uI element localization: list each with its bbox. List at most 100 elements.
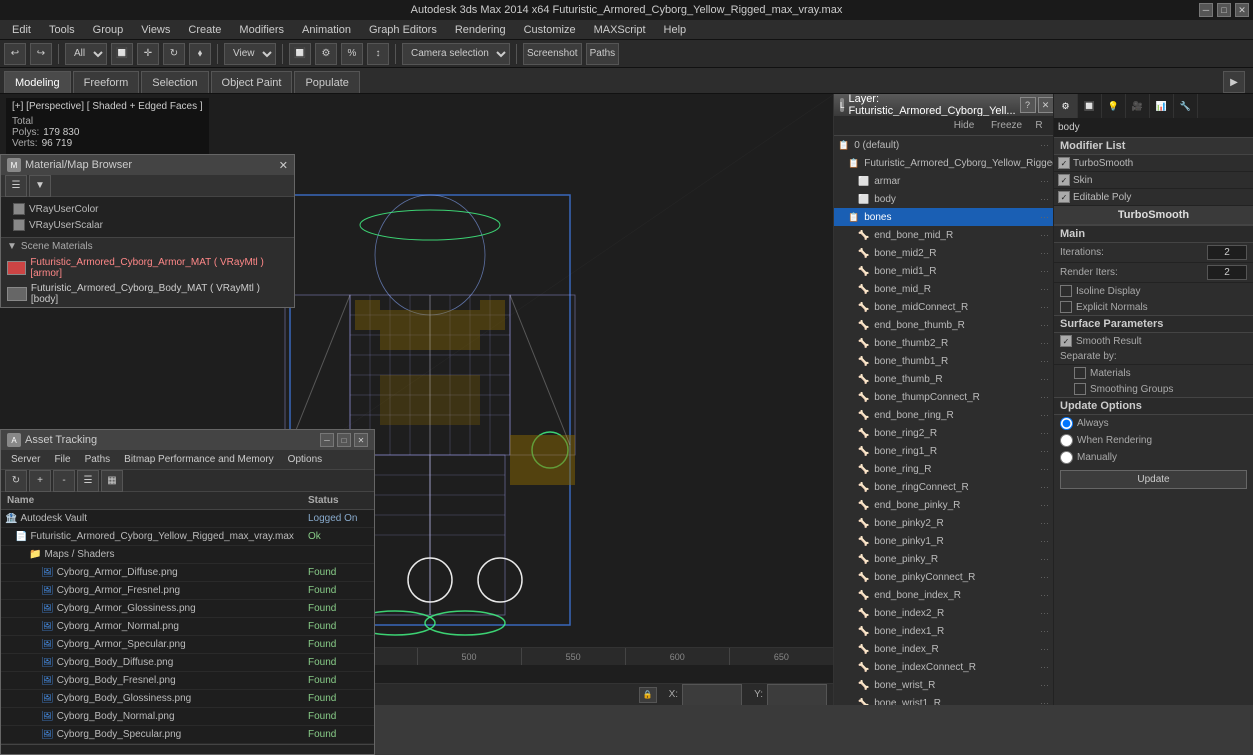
layer-item[interactable]: 🦴bone_ring2_R··· bbox=[834, 424, 1053, 442]
layers-question-btn[interactable]: ? bbox=[1020, 97, 1036, 113]
menu-item-graph-editors[interactable]: Graph Editors bbox=[361, 22, 445, 38]
modifier-checkbox[interactable]: ✓ bbox=[1058, 191, 1070, 203]
when-rendering-radio[interactable] bbox=[1060, 434, 1073, 447]
always-radio[interactable] bbox=[1060, 417, 1073, 430]
modifier-item[interactable]: ✓TurboSmooth bbox=[1054, 155, 1253, 172]
spinner-snap-btn[interactable]: ↕ bbox=[367, 43, 389, 65]
layer-item[interactable]: 🦴end_bone_ring_R··· bbox=[834, 406, 1053, 424]
asset-row[interactable]: 🏦Autodesk VaultLogged On bbox=[1, 510, 374, 528]
asset-row[interactable]: 🖼Cyborg_Armor_Diffuse.pngFound bbox=[1, 564, 374, 582]
layer-item[interactable]: 🦴bone_pinky2_R··· bbox=[834, 514, 1053, 532]
layer-item[interactable]: 🦴bone_wrist1_R··· bbox=[834, 694, 1053, 705]
y-input[interactable] bbox=[767, 684, 827, 706]
close-btn[interactable]: ✕ bbox=[1235, 3, 1249, 17]
asset-maximize-btn[interactable]: □ bbox=[337, 433, 351, 447]
menu-item-modifiers[interactable]: Modifiers bbox=[231, 22, 292, 38]
layer-item[interactable]: 🦴bone_mid2_R··· bbox=[834, 244, 1053, 262]
scene-mat-item[interactable]: Futuristic_Armored_Cyborg_Body_MAT ( VRa… bbox=[1, 281, 294, 307]
props-tab-6[interactable]: 🔧 bbox=[1174, 94, 1198, 118]
render-iters-input[interactable] bbox=[1207, 265, 1247, 280]
asset-row[interactable]: 🖼Cyborg_Body_Normal.pngFound bbox=[1, 708, 374, 726]
selection-type-dropdown[interactable]: Camera selection bbox=[402, 43, 510, 65]
props-tab-1[interactable]: ⚙ bbox=[1054, 94, 1078, 118]
layer-item[interactable]: 🦴bone_thumb1_R··· bbox=[834, 352, 1053, 370]
mat-browser-close[interactable]: ✕ bbox=[279, 159, 288, 172]
layer-item[interactable]: 🦴bone_thumb2_R··· bbox=[834, 334, 1053, 352]
asset-thumb-view-btn[interactable]: ▦ bbox=[101, 470, 123, 492]
pct-snap-btn[interactable]: % bbox=[341, 43, 363, 65]
rotate-btn[interactable]: ↻ bbox=[163, 43, 185, 65]
paths-btn[interactable]: Paths bbox=[586, 43, 620, 65]
tab-freeform[interactable]: Freeform bbox=[73, 71, 140, 93]
menu-item-customize[interactable]: Customize bbox=[516, 22, 584, 38]
menu-item-create[interactable]: Create bbox=[180, 22, 229, 38]
explicit-normals-checkbox[interactable] bbox=[1060, 301, 1072, 313]
props-search-input[interactable] bbox=[1058, 122, 1249, 133]
selection-filter-dropdown[interactable]: All bbox=[65, 43, 107, 65]
layer-item[interactable]: 📋bones··· bbox=[834, 208, 1053, 226]
asset-row[interactable]: 📁Maps / Shaders bbox=[1, 546, 374, 564]
modifier-checkbox[interactable]: ✓ bbox=[1058, 174, 1070, 186]
props-tab-4[interactable]: 🎥 bbox=[1126, 94, 1150, 118]
modifier-item[interactable]: ✓Skin bbox=[1054, 172, 1253, 189]
modifier-checkbox[interactable]: ✓ bbox=[1058, 157, 1070, 169]
asset-row[interactable]: 🖼Cyborg_Body_Fresnel.pngFound bbox=[1, 672, 374, 690]
asset-minimize-btn[interactable]: ─ bbox=[320, 433, 334, 447]
select-btn[interactable]: 🔲 bbox=[111, 43, 133, 65]
asset-remove-btn[interactable]: - bbox=[53, 470, 75, 492]
tab-selection[interactable]: Selection bbox=[141, 71, 208, 93]
menu-item-animation[interactable]: Animation bbox=[294, 22, 359, 38]
x-input[interactable] bbox=[682, 684, 742, 706]
layer-item[interactable]: 🦴bone_ringConnect_R··· bbox=[834, 478, 1053, 496]
menu-item-maxscript[interactable]: MAXScript bbox=[586, 22, 654, 38]
maximize-btn[interactable]: □ bbox=[1217, 3, 1231, 17]
mat-browser-item[interactable]: VRayUserColor bbox=[5, 201, 290, 217]
layer-item[interactable]: 🦴end_bone_mid_R··· bbox=[834, 226, 1053, 244]
undo-btn[interactable]: ↩ bbox=[4, 43, 26, 65]
menu-item-tools[interactable]: Tools bbox=[41, 22, 83, 38]
asset-close-btn[interactable]: ✕ bbox=[354, 433, 368, 447]
layer-item[interactable]: 🦴bone_indexConnect_R··· bbox=[834, 658, 1053, 676]
scene-mat-item[interactable]: Futuristic_Armored_Cyborg_Armor_MAT ( VR… bbox=[1, 255, 294, 281]
layer-item[interactable]: 📋Futuristic_Armored_Cyborg_Yellow_Rigged… bbox=[834, 154, 1053, 172]
snap-btn[interactable]: 🔲 bbox=[289, 43, 311, 65]
layer-item[interactable]: 🦴bone_index_R··· bbox=[834, 640, 1053, 658]
layer-item[interactable]: 🦴bone_index2_R··· bbox=[834, 604, 1053, 622]
asset-row[interactable]: 📄Futuristic_Armored_Cyborg_Yellow_Rigged… bbox=[1, 528, 374, 546]
asset-menu-server[interactable]: Server bbox=[5, 452, 46, 467]
lock-btn[interactable]: 🔒 bbox=[639, 687, 657, 703]
asset-row[interactable]: 🖼Cyborg_Armor_Fresnel.pngFound bbox=[1, 582, 374, 600]
asset-row[interactable]: 🖼Cyborg_Body_Diffuse.pngFound bbox=[1, 654, 374, 672]
mat-browser-item[interactable]: VRayUserScalar bbox=[5, 217, 290, 233]
minimize-btn[interactable]: ─ bbox=[1199, 3, 1213, 17]
modifier-item[interactable]: ✓Editable Poly bbox=[1054, 189, 1253, 206]
asset-row[interactable]: 🖼Cyborg_Armor_Specular.pngFound bbox=[1, 636, 374, 654]
screenshot-btn[interactable]: Screenshot bbox=[523, 43, 582, 65]
move-btn[interactable]: ✛ bbox=[137, 43, 159, 65]
asset-menu-bitmap-performance-and-memory[interactable]: Bitmap Performance and Memory bbox=[118, 452, 280, 467]
layers-close-btn[interactable]: ✕ bbox=[1038, 97, 1053, 113]
menu-item-rendering[interactable]: Rendering bbox=[447, 22, 514, 38]
mat-view-btn[interactable]: ☰ bbox=[5, 175, 27, 197]
menu-item-views[interactable]: Views bbox=[133, 22, 178, 38]
mat-filter-btn[interactable]: ▼ bbox=[29, 175, 51, 197]
asset-add-btn[interactable]: + bbox=[29, 470, 51, 492]
redo-btn[interactable]: ↪ bbox=[30, 43, 52, 65]
menu-item-help[interactable]: Help bbox=[656, 22, 695, 38]
asset-menu-paths[interactable]: Paths bbox=[79, 452, 117, 467]
angle-snap-btn[interactable]: ⚙ bbox=[315, 43, 337, 65]
layer-item[interactable]: 📋0 (default)··· bbox=[834, 136, 1053, 154]
layer-item[interactable]: 🦴bone_pinkyConnect_R··· bbox=[834, 568, 1053, 586]
layer-item[interactable]: 🦴bone_index1_R··· bbox=[834, 622, 1053, 640]
layer-item[interactable]: 🦴bone_thumb_R··· bbox=[834, 370, 1053, 388]
layer-item[interactable]: ⬜body··· bbox=[834, 190, 1053, 208]
layer-item[interactable]: 🦴bone_ring1_R··· bbox=[834, 442, 1053, 460]
update-button[interactable]: Update bbox=[1060, 470, 1247, 489]
layer-item[interactable]: 🦴end_bone_index_R··· bbox=[834, 586, 1053, 604]
layer-item[interactable]: 🦴bone_wrist_R··· bbox=[834, 676, 1053, 694]
props-tab-5[interactable]: 📊 bbox=[1150, 94, 1174, 118]
layer-item[interactable]: 🦴end_bone_thumb_R··· bbox=[834, 316, 1053, 334]
layer-item[interactable]: 🦴bone_ring_R··· bbox=[834, 460, 1053, 478]
layer-item[interactable]: 🦴end_bone_pinky_R··· bbox=[834, 496, 1053, 514]
tab-modeling[interactable]: Modeling bbox=[4, 71, 71, 93]
